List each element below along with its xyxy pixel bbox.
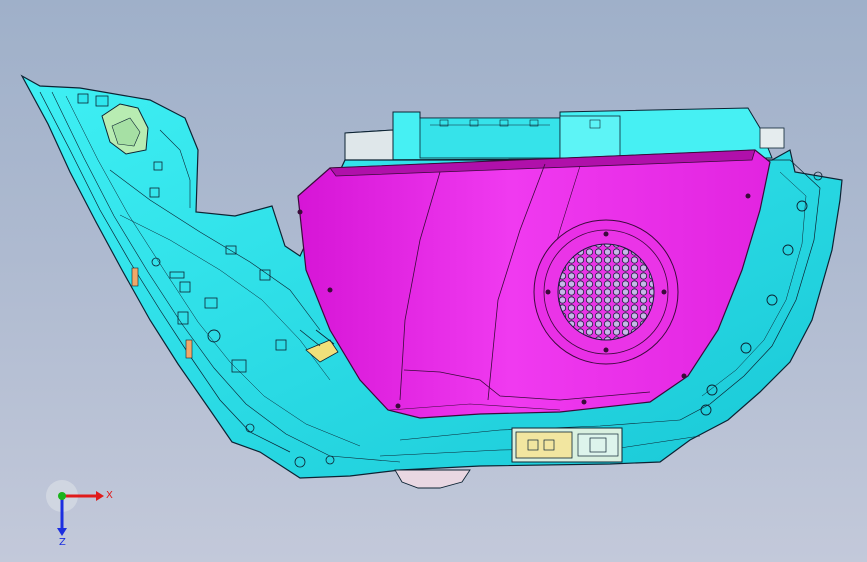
axis-triad: X Z: [46, 480, 113, 546]
cad-3d-viewport[interactable]: X Z: [0, 0, 867, 562]
y-axis-dot: [58, 492, 66, 500]
x-axis-label: X: [106, 490, 113, 501]
z-axis-label: Z: [59, 537, 66, 546]
bottom-bulge: [394, 469, 471, 489]
door-trim-panel-model[interactable]: [0, 0, 867, 562]
bottom-latch-module[interactable]: [511, 427, 623, 463]
speaker-grille[interactable]: [533, 219, 679, 365]
